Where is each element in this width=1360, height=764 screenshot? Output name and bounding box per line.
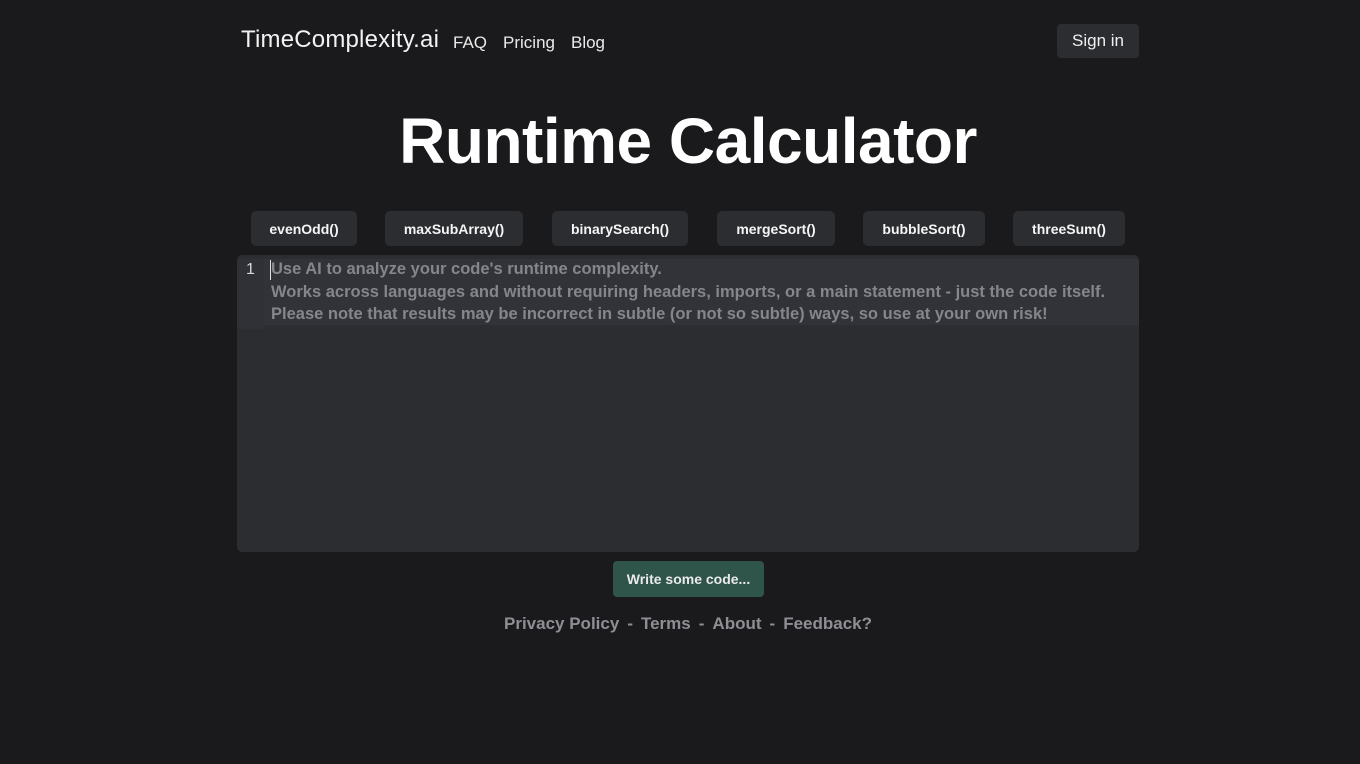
footer-separator: -	[769, 614, 776, 633]
brand-logo-text[interactable]: TimeComplexity.ai	[241, 26, 439, 54]
page: TimeComplexity.ai FAQ Pricing Blog Sign …	[0, 0, 1360, 764]
nav-link-blog[interactable]: Blog	[571, 33, 605, 53]
line-number: 1	[246, 261, 255, 278]
nav-link-pricing[interactable]: Pricing	[503, 33, 555, 53]
example-button-maxsubarray[interactable]: maxSubArray()	[385, 211, 523, 246]
editor-placeholder[interactable]: Use AI to analyze your code's runtime co…	[271, 258, 1105, 326]
analyze-button[interactable]: Write some code...	[613, 561, 764, 597]
footer-link-feedback[interactable]: Feedback?	[783, 614, 872, 633]
example-button-mergesort[interactable]: mergeSort()	[717, 211, 835, 246]
sign-in-button[interactable]: Sign in	[1057, 24, 1139, 58]
footer-separator: -	[627, 614, 633, 633]
example-button-evenodd[interactable]: evenOdd()	[251, 211, 357, 246]
footer-separator: -	[698, 614, 705, 633]
example-button-bubblesort[interactable]: bubbleSort()	[863, 211, 985, 246]
top-nav: FAQ Pricing Blog	[453, 33, 605, 53]
footer-link-about[interactable]: About	[712, 614, 761, 633]
footer: Privacy Policy - Terms - About - Feedback?	[0, 614, 1360, 634]
example-button-threesum[interactable]: threeSum()	[1013, 211, 1125, 246]
example-buttons: evenOdd() maxSubArray() binarySearch() m…	[0, 211, 1360, 246]
page-title: Runtime Calculator	[399, 105, 977, 177]
footer-link-terms[interactable]: Terms	[641, 614, 691, 633]
example-button-binarysearch[interactable]: binarySearch()	[552, 211, 688, 246]
code-editor[interactable]: 1 Use AI to analyze your code's runtime …	[237, 255, 1139, 552]
nav-link-faq[interactable]: FAQ	[453, 33, 487, 53]
footer-link-privacy-policy[interactable]: Privacy Policy	[504, 614, 619, 633]
